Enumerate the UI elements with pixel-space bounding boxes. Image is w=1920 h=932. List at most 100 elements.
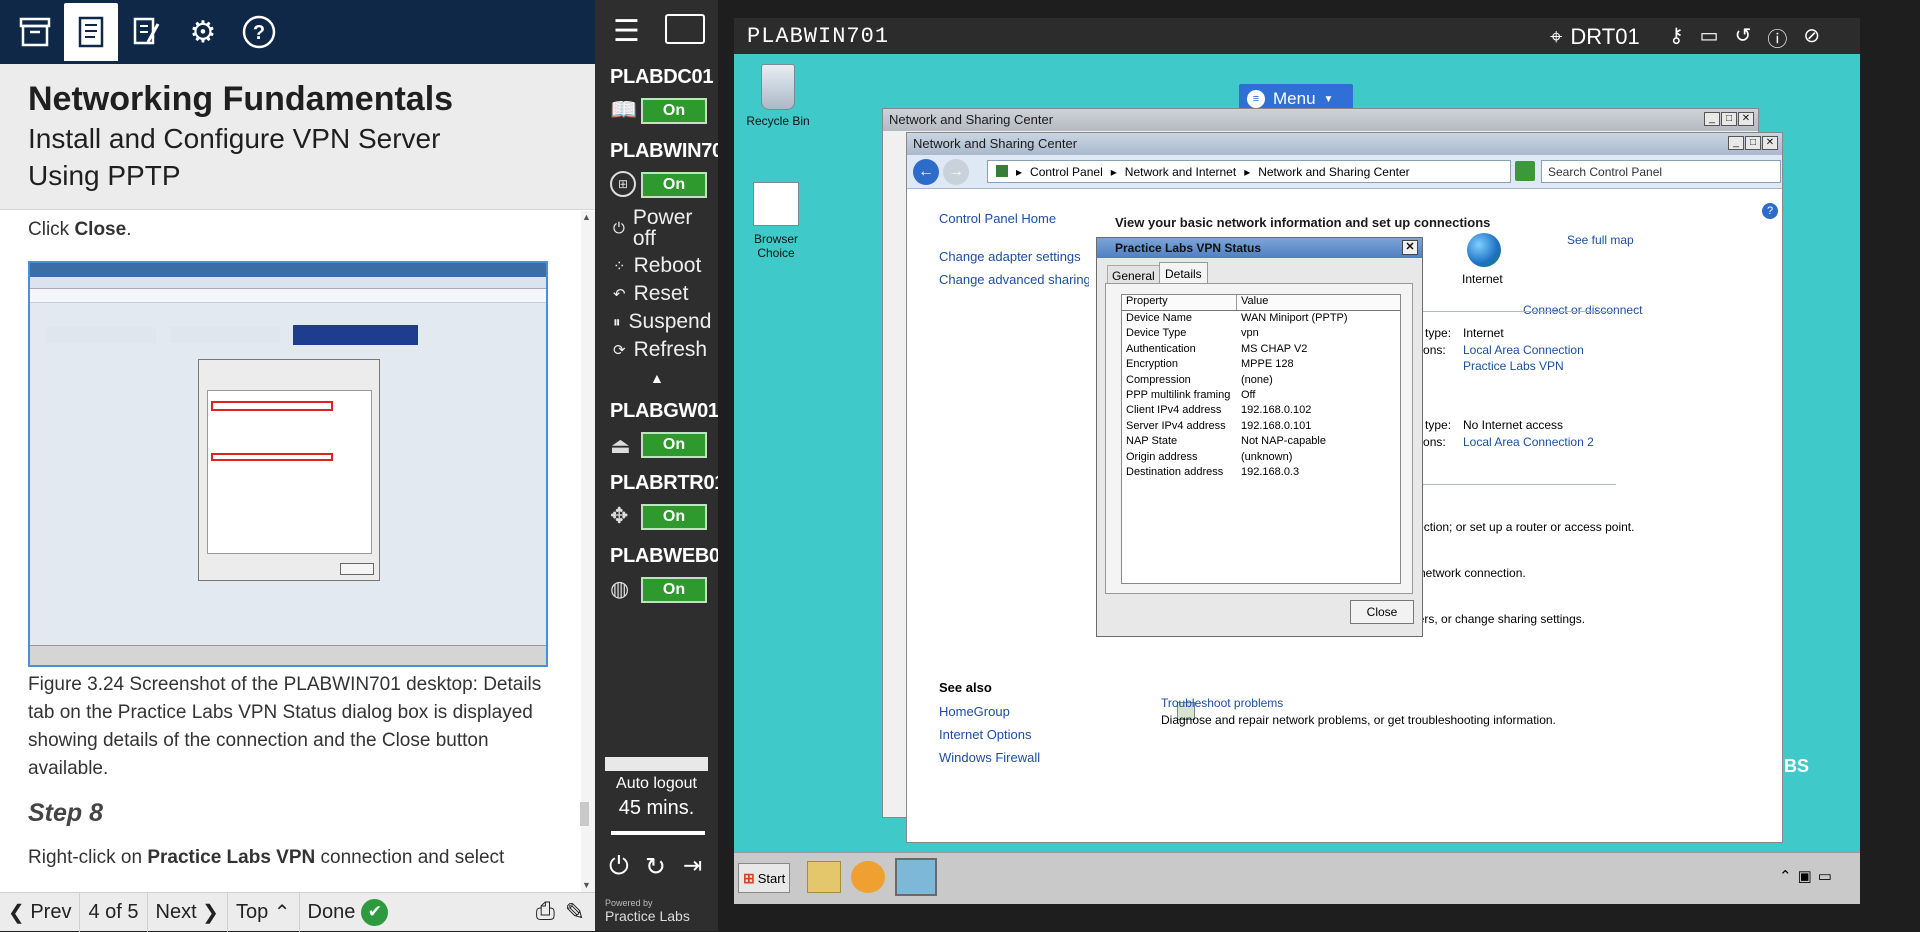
suspend-item[interactable]: ⏸ Suspend xyxy=(613,310,711,334)
control-panel-home-link[interactable]: Control Panel Home xyxy=(939,211,1056,226)
prev-button[interactable]: ❮ Prev xyxy=(0,892,81,932)
detail-row[interactable]: PPP multilink framing Off xyxy=(1122,388,1400,403)
detail-row[interactable]: Client IPv4 address 192.168.0.102 xyxy=(1122,403,1400,418)
column-header-property[interactable]: Property xyxy=(1122,295,1237,310)
detail-row[interactable]: Compression (none) xyxy=(1122,373,1400,388)
breadcrumb-item[interactable]: Control Panel xyxy=(1030,165,1103,179)
breadcrumb-item[interactable]: Network and Internet xyxy=(1125,165,1236,179)
key-icon[interactable]: ⚷ xyxy=(1669,23,1684,52)
breadcrumb-item[interactable]: Network and Sharing Center xyxy=(1258,165,1409,179)
hamburger-menu-icon[interactable]: ☰ xyxy=(613,14,640,49)
refresh-item[interactable]: ⟳ Refresh xyxy=(613,338,707,362)
detail-row[interactable]: Encryption MPPE 128 xyxy=(1122,357,1400,372)
vm-title: PLABWIN701 xyxy=(747,24,890,49)
back-arrow-icon[interactable]: ← xyxy=(913,159,939,185)
minimize-icon[interactable]: _ xyxy=(1704,112,1720,126)
collapse-up-icon[interactable]: ▲ xyxy=(650,370,664,386)
hide-eye-icon[interactable]: ⊘ xyxy=(1803,23,1820,52)
detail-row[interactable]: Destination address 192.168.0.3 xyxy=(1122,465,1400,480)
local-area-connection-2-link[interactable]: Local Area Connection 2 xyxy=(1463,435,1594,449)
instructions-scrollbar[interactable] xyxy=(581,211,595,892)
reset-item[interactable]: ↶ Reset xyxy=(613,282,688,306)
clean-icon[interactable]: ✎ xyxy=(565,898,595,927)
tab-details[interactable]: Details xyxy=(1159,262,1208,285)
windows-firewall-link[interactable]: Windows Firewall xyxy=(939,750,1040,765)
vm-power-status[interactable]: On xyxy=(641,172,707,198)
fullscreen-icon[interactable] xyxy=(665,14,705,44)
scroll-up-icon[interactable]: ▲ xyxy=(582,212,591,222)
address-breadcrumb[interactable]: ▸ Control Panel ▸ Network and Internet ▸… xyxy=(987,160,1511,183)
reboot-item[interactable]: ⁘ Reboot xyxy=(613,254,701,278)
minimize-icon[interactable]: _ xyxy=(1728,136,1744,150)
detail-row[interactable]: Origin address (unknown) xyxy=(1122,450,1400,465)
detail-row[interactable]: Authentication MS CHAP V2 xyxy=(1122,342,1400,357)
vm-entry-plabdc01[interactable]: PLABDC01 📖 On xyxy=(595,66,718,124)
explorer-taskbar-icon[interactable] xyxy=(807,861,841,893)
notes-edit-icon[interactable] xyxy=(120,3,174,61)
close-icon[interactable]: ✕ xyxy=(1738,112,1754,126)
recycle-bin-shortcut[interactable]: Recycle Bin xyxy=(744,64,812,128)
practice-labs-vpn-link[interactable]: Practice Labs VPN xyxy=(1463,359,1564,373)
history-icon[interactable]: ↺ xyxy=(1735,23,1752,52)
power-off-item[interactable]: ⏻ Power off xyxy=(613,207,718,249)
detail-row[interactable]: Device Name WAN Miniport (PPTP) xyxy=(1122,311,1400,326)
internet-options-link[interactable]: Internet Options xyxy=(939,727,1032,742)
help-icon[interactable]: ? xyxy=(1762,203,1778,219)
vm-list-scrollbar[interactable] xyxy=(605,757,708,771)
nsc-taskbar-icon[interactable] xyxy=(895,858,937,896)
vm-entry-plabweb01[interactable]: PLABWEB01 ◍ On xyxy=(595,545,718,603)
connect-disconnect-link[interactable]: Connect or disconnect xyxy=(1523,303,1642,317)
scroll-down-icon[interactable]: ▼ xyxy=(582,880,591,890)
start-button[interactable]: ⊞ Start xyxy=(738,863,790,893)
help-icon[interactable]: ? xyxy=(232,3,286,61)
notes-icon[interactable] xyxy=(64,3,118,61)
maximize-icon[interactable]: □ xyxy=(1721,112,1737,126)
forward-arrow-icon[interactable]: → xyxy=(943,159,969,185)
vm-power-status[interactable]: On xyxy=(641,504,707,530)
change-adapter-settings-link[interactable]: Change adapter settings xyxy=(939,249,1081,264)
search-input[interactable]: Search Control Panel xyxy=(1541,160,1781,183)
vpn-status-dialog[interactable]: Practice Labs VPN Status ✕ General Detai… xyxy=(1096,237,1423,637)
detail-row[interactable]: NAP State Not NAP-capable xyxy=(1122,434,1400,449)
next-button[interactable]: Next ❯ xyxy=(148,892,228,932)
vm-entry-plabrtr01[interactable]: PLABRTR01 ✥ On xyxy=(595,472,718,530)
vm-entry-plabgw01[interactable]: PLABGW01 ⏏ On xyxy=(595,400,718,458)
details-listview[interactable]: Property Value Device Name WAN Miniport (… xyxy=(1121,294,1401,584)
close-button[interactable]: Close xyxy=(1350,600,1414,624)
detail-row[interactable]: Device Type vpn xyxy=(1122,326,1400,341)
vm-entry-plabwin701[interactable]: PLABWIN701 ⊞ On xyxy=(595,140,718,198)
exit-icon[interactable]: ⇥ xyxy=(683,852,702,879)
tray-expand-icon[interactable]: ⌃ xyxy=(1779,867,1792,885)
gear-icon[interactable]: ⚙ xyxy=(176,3,230,61)
print-icon[interactable]: ⎙ xyxy=(536,898,565,926)
refresh-icon[interactable] xyxy=(1515,161,1535,181)
homegroup-link[interactable]: HomeGroup xyxy=(939,704,1010,719)
maximize-icon[interactable]: □ xyxy=(1745,136,1761,150)
top-button[interactable]: Top ⌃ xyxy=(228,892,300,932)
troubleshoot-link[interactable]: Troubleshoot problems xyxy=(1161,696,1283,710)
figure-screenshot[interactable] xyxy=(28,261,548,667)
detail-row[interactable]: Server IPv4 address 192.168.0.101 xyxy=(1122,419,1400,434)
tray-network-icon[interactable]: ▣ xyxy=(1798,867,1812,885)
breadcrumb-sep: ▸ xyxy=(1110,165,1117,179)
close-icon[interactable]: ✕ xyxy=(1762,136,1778,150)
power-icon[interactable]: ⏻ xyxy=(609,852,629,881)
browser-choice-shortcut[interactable]: Browser Choice xyxy=(734,182,818,260)
change-advanced-sharing-link[interactable]: Change advanced sharing settings xyxy=(939,272,1089,287)
restart-icon[interactable]: ↻ xyxy=(645,852,666,882)
done-button[interactable]: Done ✔ xyxy=(300,893,397,932)
local-area-connection-link[interactable]: Local Area Connection xyxy=(1463,343,1584,357)
scrollbar-thumb[interactable] xyxy=(580,802,589,826)
see-full-map-link[interactable]: See full map xyxy=(1567,233,1634,247)
close-icon[interactable]: ✕ xyxy=(1402,240,1418,255)
console-icon[interactable]: ▭ xyxy=(1700,23,1719,52)
info-icon[interactable]: ⓘ xyxy=(1767,23,1787,52)
media-player-taskbar-icon[interactable] xyxy=(851,861,885,893)
archive-icon[interactable] xyxy=(8,3,62,61)
vm-power-status[interactable]: On xyxy=(641,98,707,124)
tray-display-icon[interactable]: ▭ xyxy=(1818,867,1832,885)
column-header-value[interactable]: Value xyxy=(1237,295,1268,310)
vm-power-status[interactable]: On xyxy=(641,577,707,603)
vm-power-status[interactable]: On xyxy=(641,432,707,458)
detail-value: 192.168.0.101 xyxy=(1241,419,1312,432)
